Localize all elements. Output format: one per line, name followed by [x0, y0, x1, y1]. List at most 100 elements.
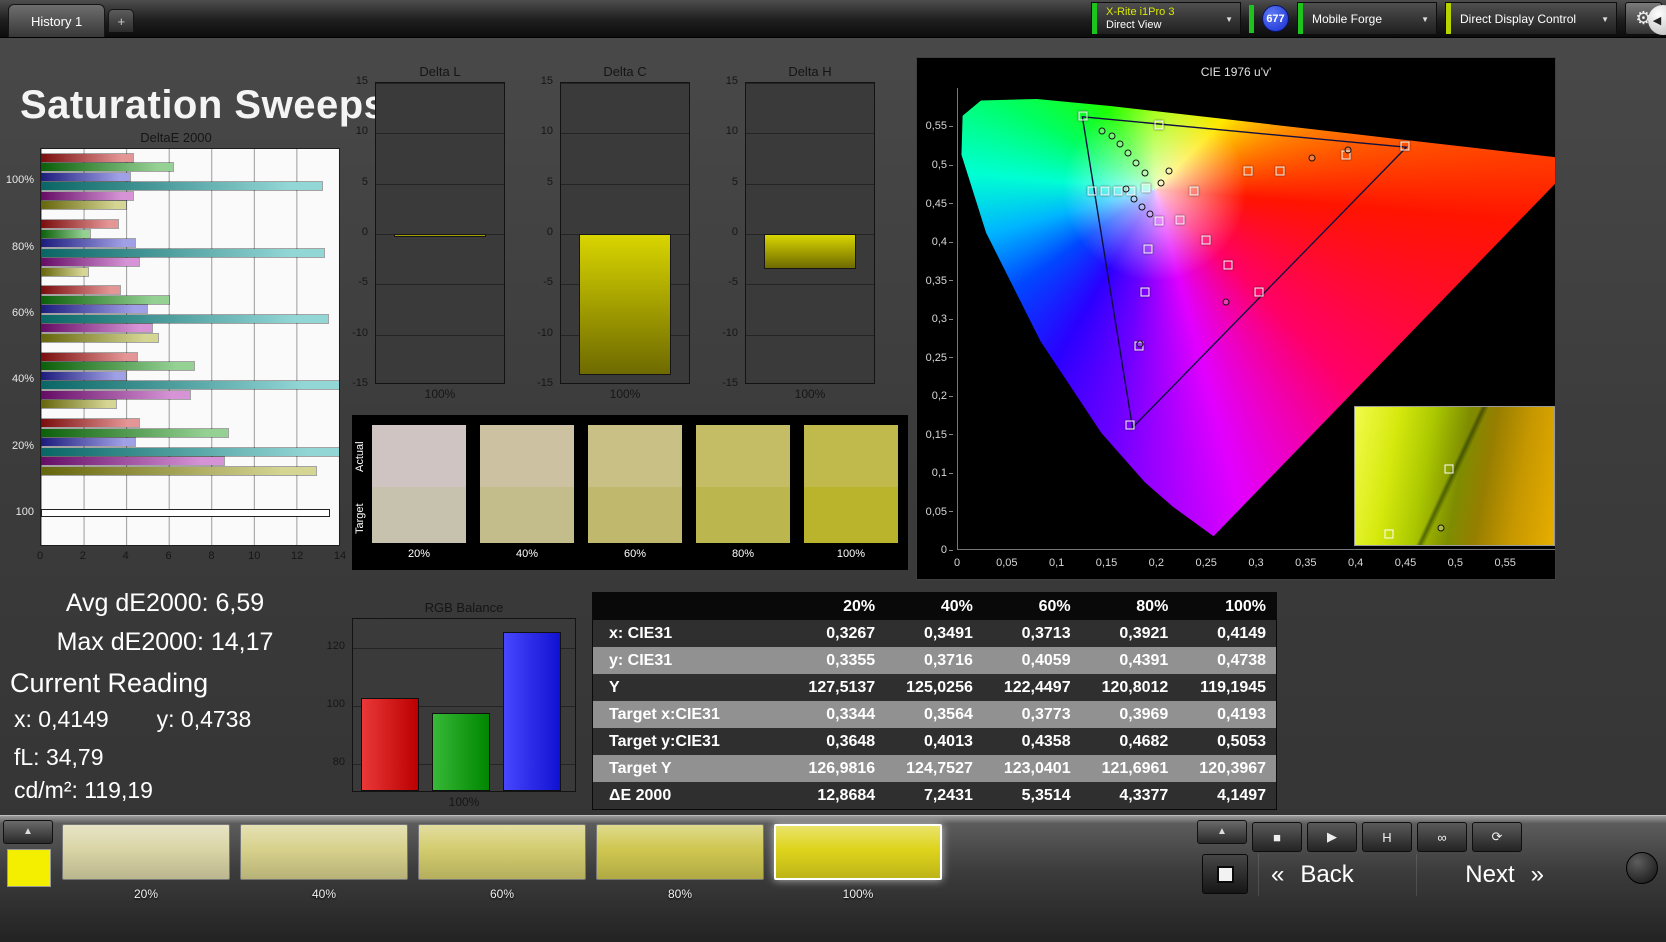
round-indicator-button[interactable]: [1626, 852, 1658, 884]
value-cell: 4,1497: [1217, 786, 1267, 804]
y-tick-label: 0: [546, 226, 553, 238]
value-cell: 0,4738: [1217, 651, 1267, 669]
back-button[interactable]: « Back: [1258, 854, 1408, 896]
page-title: Saturation Sweeps: [20, 82, 387, 127]
value-cell: 126,9816: [808, 759, 876, 777]
display-status-edge: [1446, 3, 1451, 34]
play-button[interactable]: ▶: [1307, 822, 1357, 852]
top-bar: History 1 + X-Rite i1Pro 3 Direct View ▼…: [0, 0, 1666, 38]
y-tick-label: -5: [358, 276, 368, 289]
rgb-x-axis-label: 100%: [448, 795, 480, 809]
patch-button-wrap: 80%: [596, 824, 764, 901]
deltae-bar: [41, 305, 148, 314]
deltae-bar: [41, 447, 339, 456]
gridline: [376, 83, 504, 84]
next-button[interactable]: Next »: [1416, 854, 1550, 896]
value-cell: 0,3713: [1021, 624, 1071, 642]
gridline: [561, 183, 689, 185]
swatch-column: 100%: [804, 425, 898, 560]
meter-read-count-badge[interactable]: 677: [1262, 5, 1289, 32]
tab-history-1[interactable]: History 1: [8, 4, 106, 37]
pause-button[interactable]: H: [1362, 822, 1412, 852]
row-label-cell: Target x:CIE31: [609, 705, 720, 723]
value-cell: 0,4682: [1119, 732, 1169, 750]
measured-marker: [1132, 159, 1140, 167]
cie-y-tick-label: 0,45: [926, 198, 953, 210]
y-axis: 15 10 5 0 -5 -10 -15: [530, 75, 556, 389]
target-marker: [1100, 186, 1110, 196]
value-cell: 0,4013: [923, 732, 973, 750]
patch-button-80%[interactable]: [596, 824, 764, 880]
patch-button-40%[interactable]: [240, 824, 408, 880]
table-row: Target y:CIE31 0,3648 0,4013 0,4358 0,4682 0,…: [593, 728, 1276, 755]
patch-window-button[interactable]: [1202, 854, 1248, 894]
bottom-bar: ▲ 20% 40% 60% 80% 100% ▲ ■ ▶ H ∞ ⟳ « Back Next »: [0, 815, 1666, 942]
stop-icon: ■: [1273, 829, 1281, 845]
delta-bar: [763, 234, 857, 270]
patch-percent-label: 40%: [311, 887, 337, 901]
source-dropdown[interactable]: Mobile Forge ▼: [1297, 2, 1437, 35]
patch-button-100%[interactable]: [774, 824, 942, 880]
measurement-table: 20% 40% 60% 80% 100% x: CIE31 0,3267 0,3491 0,37…: [592, 592, 1277, 810]
loop-button[interactable]: ∞: [1417, 822, 1467, 852]
cie-x-tick-label: 0,15: [1095, 557, 1118, 569]
patch-button-wrap: 20%: [62, 824, 230, 901]
cie-x-tick-label: 0,55: [1494, 557, 1516, 569]
measured-marker: [1116, 140, 1124, 148]
swatch-percent-label: 40%: [515, 548, 539, 560]
rgb-chart-title: RGB Balance: [424, 600, 504, 615]
swatch-column: 60%: [588, 425, 682, 560]
fl-reading: fL: 34,79: [14, 744, 104, 770]
measured-marker: [1344, 146, 1352, 154]
gridline: [746, 183, 874, 185]
patch-button-wrap: 100%: [774, 824, 942, 901]
expand-right-panel-button[interactable]: ▲: [1197, 820, 1247, 844]
gamut-triangle: [1082, 117, 1406, 428]
row-label-cell: y: CIE31: [609, 651, 673, 669]
delta-bar: [578, 234, 672, 375]
meter-dropdown[interactable]: X-Rite i1Pro 3 Direct View ▼: [1091, 2, 1241, 35]
gridline: [746, 334, 874, 336]
deltae-bar: [41, 371, 127, 380]
patch-button-60%[interactable]: [418, 824, 586, 880]
cie-x-tick-label: 0,45: [1394, 557, 1417, 569]
x-axis-label: 100%: [609, 387, 641, 401]
gridline: [376, 183, 504, 185]
patch-button-20%[interactable]: [62, 824, 230, 880]
table-row: x: CIE31 0,3267 0,3491 0,3713 0,3921 0,4149: [593, 620, 1276, 647]
inset-measured-marker: [1437, 524, 1445, 532]
table-header-cell: 60%: [1038, 597, 1071, 615]
cie-y-tick-label: 0,1: [932, 467, 953, 479]
value-cell: 0,3716: [923, 651, 973, 669]
display-control-dropdown[interactable]: Direct Display Control ▼: [1445, 2, 1617, 35]
add-tab-button[interactable]: +: [108, 9, 135, 32]
table-row: Target Y 126,9816 124,7527 123,0401 121,6961…: [593, 755, 1276, 782]
swatch-percent-label: 20%: [407, 548, 431, 560]
target-marker: [1400, 141, 1410, 151]
measured-marker: [1138, 203, 1146, 211]
target-swatch: [804, 487, 898, 543]
value-cell: 0,5053: [1217, 732, 1267, 750]
deltae-y-axis: 100% 80% 60% 40% 20% 100: [4, 148, 38, 546]
meter-status-edge: [1092, 3, 1097, 34]
refresh-button[interactable]: ⟳: [1472, 822, 1522, 852]
transport-controls: ■ ▶ H ∞ ⟳: [1252, 822, 1522, 852]
stop-button[interactable]: ■: [1252, 822, 1302, 852]
deltae-bar: [41, 153, 133, 162]
current-patch-swatch[interactable]: [7, 849, 51, 887]
tab-label: History 1: [31, 13, 83, 29]
cie-y-tick-label: 0,05: [926, 506, 953, 518]
deltae-bar: [41, 419, 139, 427]
measured-marker: [1141, 169, 1149, 177]
patch-window-icon: [1216, 865, 1234, 883]
cie-x-tick-label: 0,3: [1248, 557, 1264, 569]
table-header-cell: 20%: [843, 597, 876, 615]
deltae-bar: [41, 248, 325, 257]
measured-marker: [1157, 179, 1165, 186]
deltae-x-tick: 4: [122, 550, 129, 562]
table-header-cell: 80%: [1136, 597, 1169, 615]
cie-y-tick-label: 0,3: [932, 313, 953, 325]
delta-chart-delta-c: Delta C 15 10 5 0 -5 -10 -15 100%: [530, 64, 690, 401]
expand-left-panel-button[interactable]: ▲: [3, 820, 53, 844]
swatch-percent-label: 100%: [836, 548, 866, 560]
